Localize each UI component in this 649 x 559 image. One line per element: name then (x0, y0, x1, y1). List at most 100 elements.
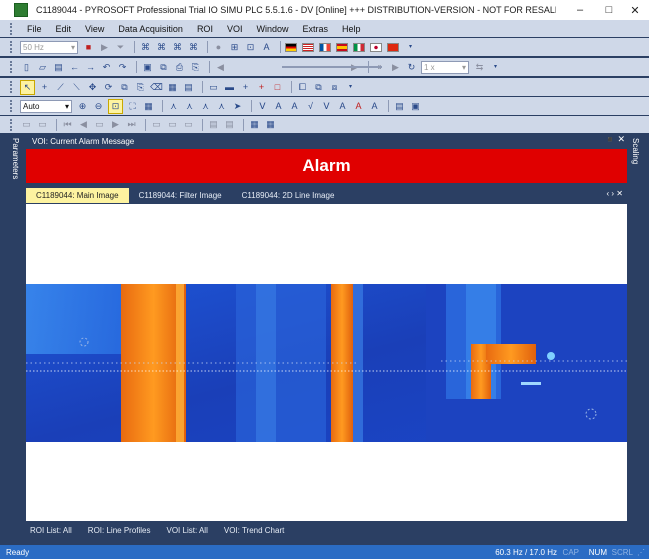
first-frame-icon[interactable]: ⏮ (61, 118, 74, 131)
sequence-options-icon[interactable]: ▭ (182, 118, 195, 131)
pointer-icon[interactable]: ➤ (231, 100, 244, 113)
io-icon[interactable]: ⊡ (244, 41, 257, 54)
chevron-down-icon[interactable]: ▾ (489, 61, 502, 74)
rect-red-icon[interactable]: □ (271, 81, 284, 94)
next-frame-icon[interactable]: ▶ (109, 118, 122, 131)
temp-cursor-icon[interactable]: ⋏ (167, 100, 180, 113)
refresh-icon[interactable]: ↻ (405, 61, 418, 74)
camera-remove-icon[interactable]: ⌘ (187, 41, 200, 54)
frequency-select[interactable]: 50 Hz ▾ (20, 40, 78, 54)
paste-roi-icon[interactable]: ⎘ (134, 81, 147, 94)
frame-counter-icon[interactable]: ▭ (93, 118, 106, 131)
play-icon[interactable]: ▶ (389, 61, 402, 74)
toolbar-grip[interactable] (10, 100, 16, 112)
print-icon[interactable]: ⎙ (173, 61, 186, 74)
line-roi-icon[interactable]: ⟋ (54, 81, 67, 94)
menu-view[interactable]: View (78, 24, 111, 34)
record-icon[interactable]: ● (212, 41, 225, 54)
chevron-down-icon[interactable]: ▾ (344, 81, 357, 94)
us-flag-icon[interactable] (302, 42, 314, 52)
toolbar-grip[interactable] (10, 61, 16, 73)
image-props-icon[interactable]: ▣ (409, 100, 422, 113)
copy-icon[interactable]: ⧉ (157, 61, 170, 74)
window-layout-icon[interactable]: ⧠ (296, 81, 309, 94)
roi-properties-icon[interactable]: ▦ (166, 81, 179, 94)
german-flag-icon[interactable] (285, 42, 297, 52)
minimize-button[interactable]: – (567, 0, 593, 20)
cross-red-icon[interactable]: + (255, 81, 268, 94)
close-icon[interactable]: ✕ (617, 134, 625, 145)
cross-blue-icon[interactable]: + (239, 81, 252, 94)
network-icon[interactable]: ⊞ (228, 41, 241, 54)
toolbar-grip[interactable] (10, 22, 16, 35)
voi-delete-icon[interactable]: A (352, 100, 365, 113)
zoom-fit-icon[interactable]: ⊡ (108, 98, 123, 114)
french-flag-icon[interactable] (319, 42, 331, 52)
save-icon[interactable]: ▣ (141, 61, 154, 74)
voi-trend-icon[interactable]: ᐯ (256, 100, 269, 113)
voi-list-icon[interactable]: A (336, 100, 349, 113)
camera-settings-icon[interactable]: ⌘ (155, 41, 168, 54)
thermal-image[interactable] (26, 284, 627, 442)
stop-icon[interactable]: ■ (82, 41, 95, 54)
rewind-icon[interactable]: ◀ (214, 61, 227, 74)
italian-flag-icon[interactable] (353, 42, 365, 52)
grid-icon[interactable]: ▦ (142, 100, 155, 113)
toolbar-grip[interactable] (10, 118, 16, 131)
voi-check-icon[interactable]: √ (304, 100, 317, 113)
scaling-side-tab[interactable]: Scaling (628, 136, 642, 186)
forward-icon[interactable]: → (84, 61, 97, 74)
sequence-add-icon[interactable]: ▭ (36, 118, 49, 131)
chinese-flag-icon[interactable] (387, 42, 399, 52)
resize-grip-icon[interactable]: ⋰ (637, 548, 645, 557)
close-button[interactable]: ✕ (622, 0, 648, 20)
tab-voi-list[interactable]: VOI List: All (167, 526, 208, 535)
spanish-flag-icon[interactable] (336, 42, 348, 52)
voi-text-icon[interactable]: A (272, 100, 285, 113)
fullscreen-icon[interactable]: ⛶ (126, 100, 139, 113)
filter-icon[interactable]: ⏷ (114, 41, 127, 54)
play-icon[interactable]: ▶ (98, 41, 111, 54)
polyline-roi-icon[interactable]: ⟍ (70, 81, 83, 94)
image-export-icon[interactable]: ▤ (393, 100, 406, 113)
palette-edit-icon[interactable]: ▦ (264, 118, 277, 131)
voi-hot-icon[interactable]: ᐯ (320, 100, 333, 113)
temp-edge-icon[interactable]: ⋏ (215, 100, 228, 113)
camera-icon[interactable]: ⌘ (139, 41, 152, 54)
tab-voi-trend-chart[interactable]: VOI: Trend Chart (224, 526, 284, 535)
menu-voi[interactable]: VOI (220, 24, 250, 34)
sequence-new-icon[interactable]: ▭ (20, 118, 33, 131)
undo-icon[interactable]: ↶ (100, 61, 113, 74)
camera-link-icon[interactable]: ⌘ (171, 41, 184, 54)
loop-icon[interactable]: ⇆ (473, 61, 486, 74)
tab-roi-list[interactable]: ROI List: All (30, 526, 72, 535)
chevron-down-icon[interactable]: ▾ (404, 41, 417, 54)
temp-min-icon[interactable]: ⋏ (199, 100, 212, 113)
voi-export-icon[interactable]: A (368, 100, 381, 113)
report-icon[interactable]: ▤ (207, 118, 220, 131)
open-folder-icon[interactable]: ▤ (52, 61, 65, 74)
add-point-icon[interactable]: + (38, 81, 51, 94)
roi-bar-icon[interactable]: ▬ (223, 81, 236, 94)
report-print-icon[interactable]: ▤ (223, 118, 236, 131)
last-frame-icon[interactable]: ⏭ (125, 118, 138, 131)
rotate-icon[interactable]: ⟳ (102, 81, 115, 94)
maximize-button[interactable]: □ (596, 0, 622, 20)
split-icon[interactable]: ▭ (150, 118, 163, 131)
playback-slider[interactable] (282, 66, 382, 68)
window-cascade-icon[interactable]: ⧈ (328, 81, 341, 94)
delete-roi-icon[interactable]: ⌫ (150, 81, 163, 94)
open-file-icon[interactable]: ▱ (36, 61, 49, 74)
window-tile-icon[interactable]: ⧉ (312, 81, 325, 94)
roi-rect-icon[interactable]: ▭ (207, 81, 220, 94)
zoom-select[interactable]: Auto ▾ (20, 99, 72, 113)
select-cursor-icon[interactable]: ↖ (20, 79, 35, 95)
prev-frame-icon[interactable]: ◀ (77, 118, 90, 131)
copy-roi-icon[interactable]: ⧉ (118, 81, 131, 94)
main-image-view[interactable] (26, 204, 627, 521)
new-file-icon[interactable]: ▯ (20, 61, 33, 74)
toolbar-grip[interactable] (10, 81, 16, 93)
menu-extras[interactable]: Extras (295, 24, 335, 34)
menu-help[interactable]: Help (335, 24, 368, 34)
zoom-out-icon[interactable]: ⊖ (92, 100, 105, 113)
